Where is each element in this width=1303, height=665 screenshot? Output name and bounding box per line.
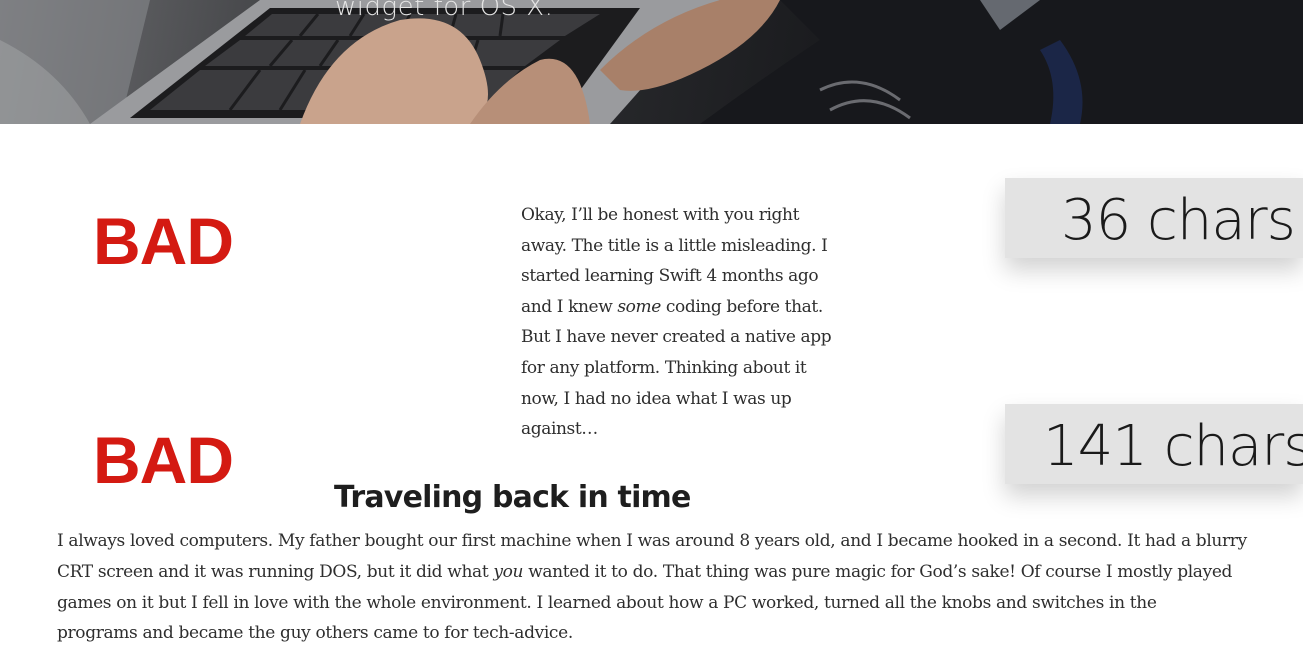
hero-photo-laptop-hands <box>0 0 1303 124</box>
bad-label-bottom: BAD <box>93 423 234 497</box>
char-count-badge-bottom: 141 chars <box>1005 404 1303 484</box>
excerpt-line: But I have never created a native app <box>521 327 832 348</box>
excerpt-emphasis: some <box>617 296 661 317</box>
article-body: I always loved computers. My father boug… <box>57 526 1287 649</box>
body-line: games on it but I fell in love with the … <box>57 592 1157 613</box>
body-text: wanted it to do. That thing was pure mag… <box>523 561 1233 582</box>
excerpt-text: coding before that. <box>660 296 823 317</box>
section-heading: Traveling back in time <box>334 480 691 515</box>
char-count-badge-top: 36 chars <box>1005 178 1303 258</box>
bad-label-top: BAD <box>93 204 234 278</box>
excerpt-line: started learning Swift 4 months ago <box>521 266 819 287</box>
hero-image: widget for OS X. <box>0 0 1303 124</box>
body-line: CRT screen and it was running DOS, but i… <box>57 557 1287 588</box>
excerpt-line: for any platform. Thinking about it <box>521 357 807 378</box>
excerpt-line: against… <box>521 419 598 440</box>
excerpt-line: and I knew some coding before that. <box>521 292 851 323</box>
excerpt-line: away. The title is a little misleading. … <box>521 235 828 256</box>
hero-caption: widget for OS X. <box>335 0 554 22</box>
excerpt-line: now, I had no idea what I was up <box>521 388 792 409</box>
body-emphasis: you <box>493 561 524 582</box>
body-line: I always loved computers. My father boug… <box>57 531 1247 551</box>
body-text: CRT screen and it was running DOS, but i… <box>57 561 494 582</box>
char-count-text: 141 chars <box>1043 414 1303 479</box>
body-line: programs and became the guy others came … <box>57 623 573 644</box>
article-excerpt: Okay, I’ll be honest with you right away… <box>521 200 851 445</box>
excerpt-text: and I knew <box>521 296 618 317</box>
excerpt-line: Okay, I’ll be honest with you right <box>521 205 800 225</box>
char-count-text: 36 chars <box>1061 188 1296 253</box>
